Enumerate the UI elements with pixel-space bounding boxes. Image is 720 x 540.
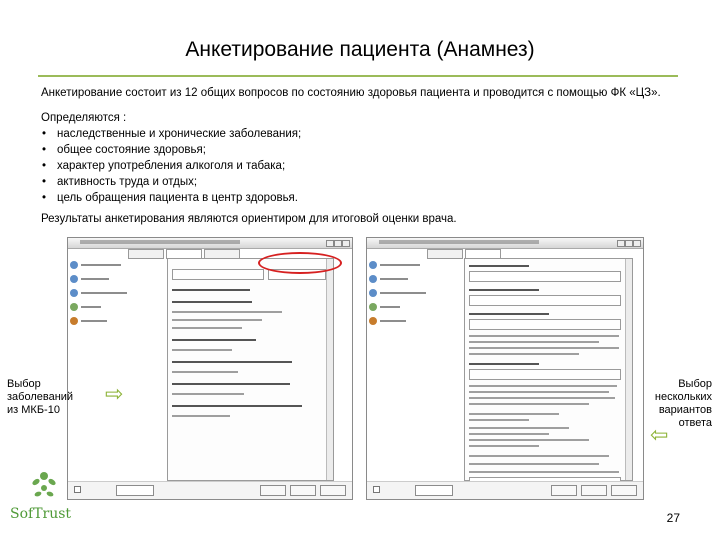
determined-block: Определяются : наследственные и хроничес…	[41, 110, 301, 206]
window-titlebar	[68, 238, 352, 249]
list-item: наследственные и хронические заболевания…	[41, 126, 301, 142]
determined-list: наследственные и хронические заболевания…	[41, 126, 301, 206]
window-footer	[367, 481, 643, 499]
list-item: активность труда и отдых;	[41, 174, 301, 190]
left-caption-line: из МКБ-10	[7, 404, 60, 416]
right-caption-line: вариантов	[658, 404, 712, 416]
left-caption: Выбор заболеваний из МКБ-10	[7, 378, 73, 417]
page-number: 27	[666, 511, 680, 525]
title-divider	[38, 75, 678, 77]
list-item: общее состояние здоровья;	[41, 142, 301, 158]
window-footer	[68, 481, 352, 499]
logo-text: SofTrust	[10, 506, 72, 522]
left-caption-line: Выбор	[7, 378, 41, 390]
left-caption-line: заболеваний	[7, 391, 74, 403]
navigation-tree	[369, 258, 433, 328]
right-caption-line: Выбор	[678, 378, 712, 390]
arrow-right-icon: ⇨	[105, 381, 124, 406]
list-item: цель обращения пациента в центр здоровья…	[41, 190, 301, 206]
list-item: характер употребления алкоголя и табака;	[41, 158, 301, 174]
results-text: Результаты анкетирования являются ориент…	[41, 213, 457, 225]
selection-highlight	[258, 252, 342, 274]
questions-panel	[464, 258, 633, 488]
determined-label: Определяются :	[41, 112, 127, 124]
window-titlebar	[367, 238, 643, 249]
right-caption-line: нескольких	[654, 391, 712, 403]
disease-list-panel	[167, 258, 334, 481]
navigation-tree	[70, 258, 134, 328]
screenshot-questionnaire	[366, 237, 644, 500]
slide-title: Анкетирование пациента (Анамнез)	[185, 38, 535, 61]
arrow-left-icon: ⇦	[650, 422, 669, 447]
screenshot-disease-selection	[67, 237, 353, 500]
intro-text: Анкетирование состоит из 12 общих вопрос…	[41, 87, 661, 99]
